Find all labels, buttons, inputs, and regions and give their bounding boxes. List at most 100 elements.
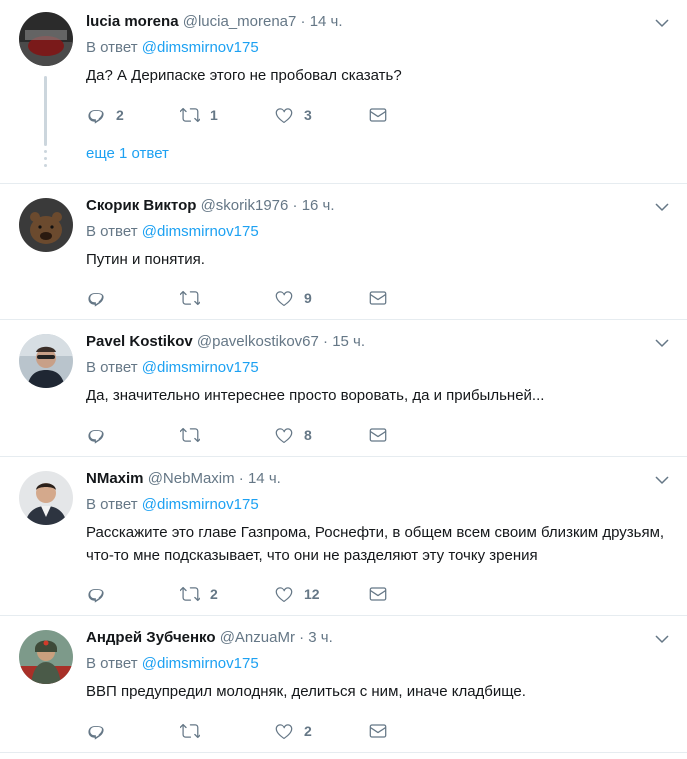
tweet-item[interactable]: lucia morena @lucia_morena7 · 14 ч. В от… <box>0 0 687 184</box>
envelope-icon <box>368 425 388 445</box>
chevron-down-icon[interactable] <box>653 334 671 352</box>
mention-link[interactable]: @dimsmirnov175 <box>142 223 259 240</box>
tweet-actions: 9 <box>86 287 406 309</box>
chevron-down-icon[interactable] <box>653 471 671 489</box>
heart-icon <box>274 105 294 125</box>
retweet-button[interactable]: 2 <box>180 583 218 605</box>
retweet-button[interactable]: 1 <box>180 104 218 126</box>
reply-button[interactable] <box>86 583 116 605</box>
mention-link[interactable]: @dimsmirnov175 <box>142 496 259 513</box>
user-handle[interactable]: @NebMaxim <box>148 470 235 487</box>
mention-link[interactable]: @dimsmirnov175 <box>142 359 259 376</box>
envelope-icon <box>368 288 388 308</box>
thread-line <box>44 76 47 146</box>
retweet-icon <box>180 721 200 741</box>
avatar[interactable] <box>19 630 73 684</box>
like-count: 2 <box>304 723 312 739</box>
display-name[interactable]: Андрей Зубченко <box>86 629 216 646</box>
tweet-item[interactable]: Pavel Kostikov @pavelkostikov67 · 15 ч. … <box>0 320 687 457</box>
reply-context: В ответ @dimsmirnov175 <box>86 654 259 674</box>
tweet-text: Путин и понятия. <box>86 251 205 268</box>
like-button[interactable]: 2 <box>274 720 312 742</box>
tweet-actions: 2 <box>86 720 406 742</box>
envelope-icon <box>368 584 388 604</box>
tweet-header: Скорик Виктор @skorik1976 · 16 ч. <box>86 196 335 216</box>
tweet-item[interactable]: NMaxim @NebMaxim · 14 ч. В ответ @dimsmi… <box>0 457 687 616</box>
avatar-image <box>19 198 73 252</box>
user-handle[interactable]: @skorik1976 <box>201 197 289 214</box>
reply-icon <box>86 288 106 308</box>
reply-icon <box>86 425 106 445</box>
separator-dot: · <box>300 13 306 30</box>
tweet-item[interactable]: Андрей Зубченко @AnzuaMr · 3 ч. В ответ … <box>0 616 687 753</box>
thread-dot <box>44 150 47 153</box>
chevron-down-icon[interactable] <box>653 14 671 32</box>
like-button[interactable]: 9 <box>274 287 312 309</box>
like-button[interactable]: 12 <box>274 583 320 605</box>
reply-prefix: В ответ <box>86 223 138 240</box>
reply-prefix: В ответ <box>86 496 138 513</box>
chevron-down-icon[interactable] <box>653 630 671 648</box>
tweet-item[interactable]: Скорик Виктор @skorik1976 · 16 ч. В отве… <box>0 184 687 320</box>
envelope-icon <box>368 721 388 741</box>
reply-icon <box>86 721 106 741</box>
user-handle[interactable]: @pavelkostikov67 <box>197 333 319 350</box>
mention-link[interactable]: @dimsmirnov175 <box>142 655 259 672</box>
avatar-image <box>19 471 73 525</box>
like-count: 8 <box>304 427 312 443</box>
display-name[interactable]: Скорик Виктор <box>86 197 196 214</box>
avatar-image <box>19 334 73 388</box>
display-name[interactable]: lucia morena <box>86 13 179 30</box>
avatar[interactable] <box>19 198 73 252</box>
reply-icon <box>86 584 106 604</box>
separator-dot: · <box>299 629 305 646</box>
reply-button[interactable] <box>86 287 116 309</box>
reply-button[interactable]: 2 <box>86 104 124 126</box>
display-name[interactable]: Pavel Kostikov <box>86 333 193 350</box>
mention-link[interactable]: @dimsmirnov175 <box>142 39 259 56</box>
like-count: 3 <box>304 107 312 123</box>
user-handle[interactable]: @lucia_morena7 <box>183 13 297 30</box>
timestamp[interactable]: 3 ч. <box>308 629 333 646</box>
like-button[interactable]: 8 <box>274 424 312 446</box>
timestamp[interactable]: 14 ч. <box>310 13 343 30</box>
message-button[interactable] <box>368 104 388 126</box>
reply-prefix: В ответ <box>86 39 138 56</box>
tweet-header: Pavel Kostikov @pavelkostikov67 · 15 ч. <box>86 332 365 352</box>
avatar-image <box>19 630 73 684</box>
message-button[interactable] <box>368 583 388 605</box>
retweet-count: 2 <box>210 586 218 602</box>
tweet-header: NMaxim @NebMaxim · 14 ч. <box>86 469 281 489</box>
retweet-button[interactable] <box>180 287 210 309</box>
avatar[interactable] <box>19 471 73 525</box>
chevron-down-icon[interactable] <box>653 198 671 216</box>
retweet-button[interactable] <box>180 720 210 742</box>
thread-dot <box>44 164 47 167</box>
timestamp[interactable]: 16 ч. <box>302 197 335 214</box>
like-button[interactable]: 3 <box>274 104 312 126</box>
display-name[interactable]: NMaxim <box>86 470 144 487</box>
reply-button[interactable] <box>86 720 116 742</box>
tweet-text: Расскажите это главе Газпрома, Роснефти,… <box>86 524 665 564</box>
thread-dot <box>44 157 47 160</box>
message-button[interactable] <box>368 424 388 446</box>
reply-prefix: В ответ <box>86 655 138 672</box>
tweet-header: lucia morena @lucia_morena7 · 14 ч. <box>86 12 343 32</box>
timestamp[interactable]: 15 ч. <box>332 333 365 350</box>
reply-button[interactable] <box>86 424 116 446</box>
show-more-replies-link[interactable]: еще 1 ответ <box>86 145 169 162</box>
reply-context: В ответ @dimsmirnov175 <box>86 495 259 515</box>
tweet-text: Да? А Дерипаске этого не пробовал сказат… <box>86 67 402 84</box>
timestamp[interactable]: 14 ч. <box>248 470 281 487</box>
avatar[interactable] <box>19 334 73 388</box>
user-handle[interactable]: @AnzuaMr <box>220 629 295 646</box>
retweet-button[interactable] <box>180 424 210 446</box>
message-button[interactable] <box>368 720 388 742</box>
tweet-header: Андрей Зубченко @AnzuaMr · 3 ч. <box>86 628 333 648</box>
heart-icon <box>274 584 294 604</box>
message-button[interactable] <box>368 287 388 309</box>
avatar[interactable] <box>19 12 73 66</box>
tweet-text: ВВП предупредил молодняк, делиться с ним… <box>86 683 526 700</box>
tweet-actions: 2 1 3 <box>86 104 406 126</box>
retweet-icon <box>180 105 200 125</box>
